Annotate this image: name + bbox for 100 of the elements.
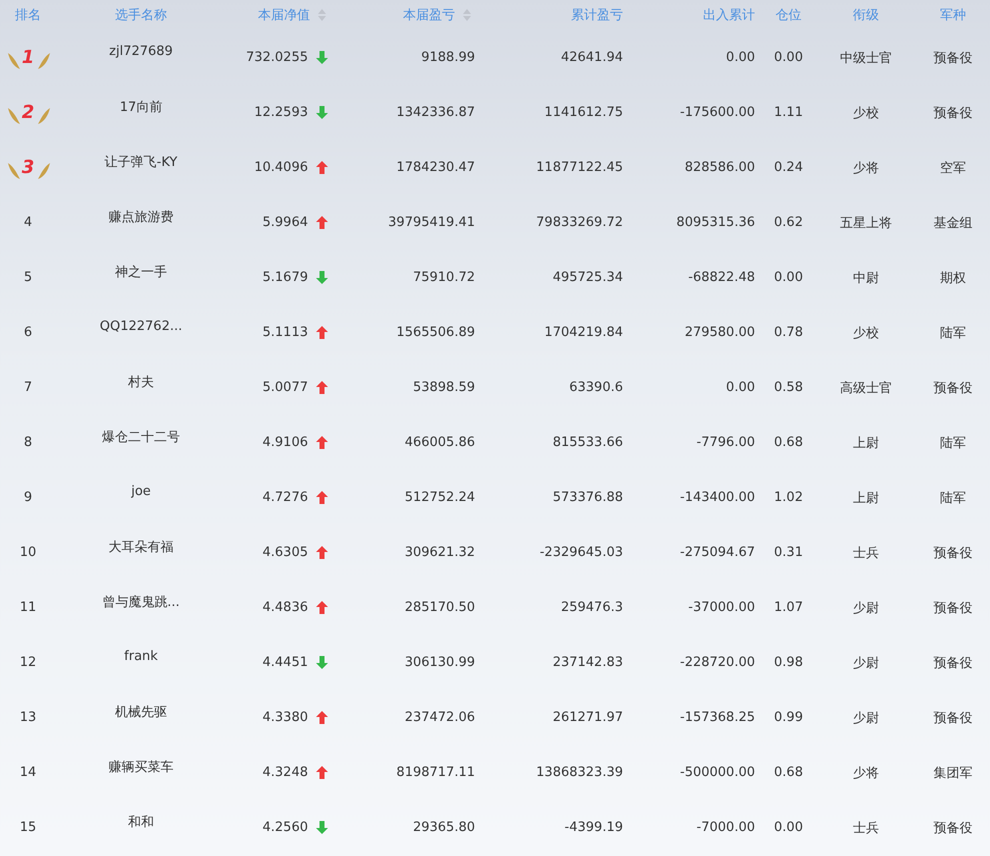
table-cell-text: 陆军 [940, 324, 966, 342]
player-name: 机械先驱 [115, 704, 167, 720]
column-header[interactable]: 本届净值 [258, 6, 310, 24]
rank-number: 6 [24, 325, 32, 340]
table-cell: 0.00 [726, 50, 755, 65]
table-cell: 237472.06 [404, 710, 475, 725]
table-cell: 1784230.47 [396, 160, 475, 175]
table-cell: 1.11 [774, 105, 803, 120]
table-cell: 732.0255 [246, 50, 308, 65]
table-cell: 53898.59 [412, 380, 475, 395]
table-cell: -228720.00 [680, 655, 755, 670]
column-header: 选手名称 [115, 7, 167, 24]
table-cell: 4.4836 [262, 600, 308, 615]
player-name: 爆仓二十二号 [102, 428, 180, 446]
table-cell: 309621.32 [404, 545, 475, 560]
table-cell: 495725.34 [552, 270, 623, 285]
table-cell: 0.62 [774, 215, 803, 230]
player-name: zjl727689 [109, 44, 173, 59]
table-cell-text: 预备役 [934, 710, 972, 726]
player-name: 17向前 [120, 98, 162, 116]
column-header: 衔级 [853, 7, 879, 24]
table-cell: 259476.3 [560, 600, 623, 615]
table-cell: 573376.88 [552, 490, 623, 505]
table-cell: 4.2560 [262, 820, 308, 835]
table-cell: -37000.00 [688, 600, 755, 615]
table-cell: 9188.99 [421, 50, 475, 65]
player-name: 赚辆买菜车 [108, 758, 174, 776]
table-cell-text: 中尉 [853, 270, 879, 286]
table-cell: 12.2593 [254, 105, 308, 120]
table-cell: -68822.48 [688, 270, 755, 285]
table-cell-text: 预备役 [934, 654, 972, 672]
column-header: 出入累计 [703, 7, 755, 24]
table-cell: 5.1113 [262, 325, 308, 340]
table-cell: 1342336.87 [396, 105, 475, 120]
table-cell: 0.24 [774, 160, 803, 175]
table-cell: 0.98 [774, 655, 803, 670]
table-cell: 1.02 [774, 490, 803, 505]
table-cell-text: 空军 [940, 160, 966, 176]
table-cell-text: 少尉 [853, 710, 879, 726]
table-cell-text: 预备役 [934, 380, 972, 396]
table-cell: -275094.67 [680, 545, 755, 560]
table-cell: -7000.00 [696, 820, 755, 835]
table-cell: -175600.00 [680, 105, 755, 120]
player-name: 和和 [128, 814, 154, 830]
table-cell: 0.99 [774, 710, 803, 725]
table-cell: 0.58 [774, 380, 803, 395]
table-cell: 5.0077 [262, 380, 308, 395]
table-cell-text: 少将 [853, 160, 879, 176]
table-cell-text: 预备役 [934, 50, 972, 66]
table-cell: 0.68 [774, 765, 803, 780]
player-name: frank [124, 649, 158, 664]
table-cell: 75910.72 [412, 270, 475, 285]
table-cell: 0.00 [774, 820, 803, 835]
column-header: 累计盈亏 [571, 7, 623, 24]
rank-number: 7 [24, 380, 32, 395]
player-name: 村夫 [128, 374, 154, 390]
table-cell: 0.00 [774, 50, 803, 65]
table-cell: 1141612.75 [544, 105, 623, 120]
column-header: 军种 [940, 7, 966, 24]
table-cell: 5.9964 [262, 215, 308, 230]
rank-medal: 2 [6, 100, 50, 126]
table-cell: 8095315.36 [676, 215, 755, 230]
sort-icon[interactable] [463, 9, 471, 21]
table-cell: 4.3380 [262, 710, 308, 725]
table-cell: 0.68 [774, 435, 803, 450]
table-cell: 0.31 [774, 545, 803, 560]
table-cell: 5.1679 [262, 270, 308, 285]
table-cell-text: 预备役 [934, 600, 972, 616]
table-cell-text: 预备役 [934, 544, 972, 562]
rank-number: 4 [24, 215, 32, 230]
rank-number: 12 [20, 655, 36, 670]
rank-number: 8 [24, 435, 32, 450]
table-cell: -4399.19 [564, 820, 623, 835]
rank-number: 11 [20, 600, 36, 615]
table-cell: 8198717.11 [396, 765, 475, 780]
table-cell: 828586.00 [684, 160, 755, 175]
rank-number: 9 [24, 490, 32, 505]
rank-medal: 3 [6, 154, 50, 180]
table-cell: -143400.00 [680, 490, 755, 505]
table-cell: 42641.94 [560, 50, 623, 65]
table-cell: 79833269.72 [536, 215, 623, 230]
sort-icon[interactable] [318, 9, 326, 21]
player-name: 曾与魔鬼跳... [102, 594, 180, 610]
player-name: QQ122762... [100, 319, 182, 334]
player-name: joe [131, 484, 151, 499]
table-cell-text: 五星上将 [840, 214, 892, 232]
table-cell-text: 上尉 [853, 490, 879, 506]
table-cell: 1.07 [774, 600, 803, 615]
player-name: 神之一手 [115, 264, 167, 280]
column-header[interactable]: 本届盈亏 [403, 6, 455, 24]
player-name: 大耳朵有福 [108, 538, 174, 556]
table-cell: 63390.6 [569, 380, 623, 395]
table-cell-text: 陆军 [940, 490, 966, 506]
table-cell-text: 士兵 [853, 544, 879, 562]
table-cell: 0.00 [774, 270, 803, 285]
column-header: 仓位 [776, 7, 802, 24]
rank-number: 14 [20, 765, 36, 780]
table-cell: 4.7276 [262, 490, 308, 505]
table-cell: 39795419.41 [388, 215, 475, 230]
table-cell: -7796.00 [696, 435, 755, 450]
